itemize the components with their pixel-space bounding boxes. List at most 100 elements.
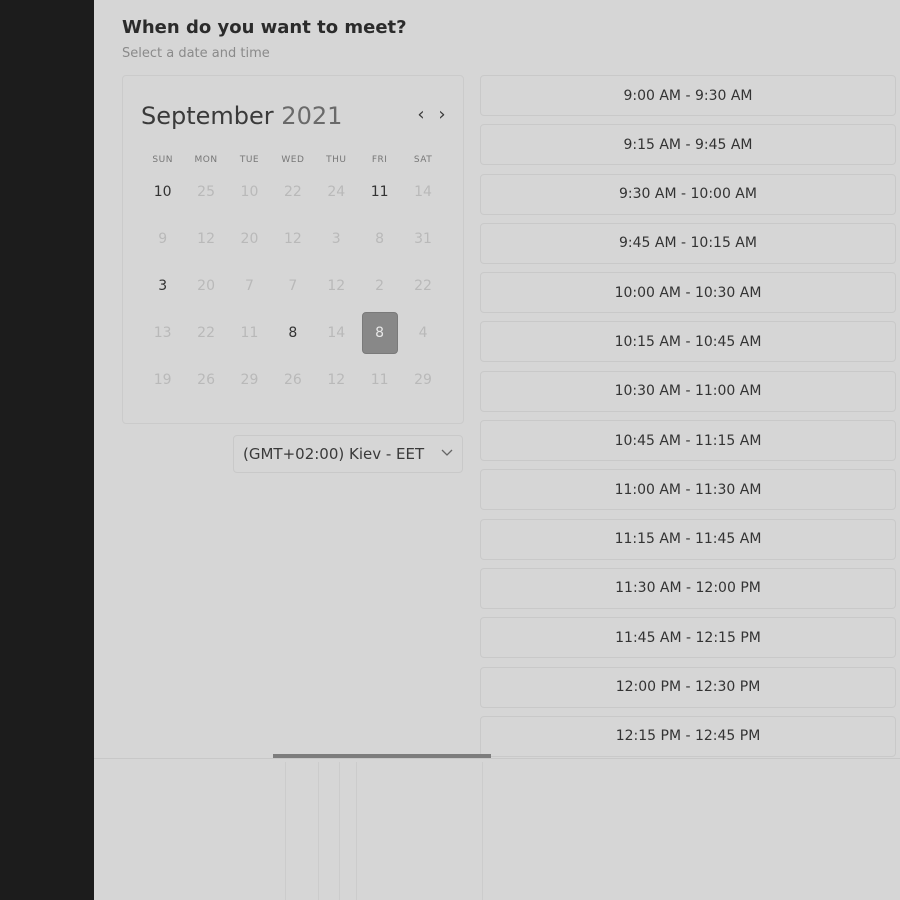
- time-slot-button[interactable]: 12:00 PM - 12:30 PM: [480, 666, 896, 708]
- time-slot-button[interactable]: 10:15 AM - 10:45 AM: [480, 321, 896, 363]
- calendar-day-unavailable: 9: [141, 215, 184, 262]
- calendar-week-row: 3 20 7 7 12 2 22: [141, 262, 445, 309]
- time-slot-button[interactable]: 9:45 AM - 10:15 AM: [480, 222, 896, 264]
- calendar-day-unavailable: 13: [141, 309, 184, 356]
- time-slot-button[interactable]: 10:30 AM - 11:00 AM: [480, 370, 896, 412]
- chevron-left-icon: ‹: [417, 104, 425, 125]
- calendar-day-unavailable: 2: [358, 262, 401, 309]
- calendar-day-number: 22: [283, 183, 302, 200]
- calendar-day-number: 12: [197, 230, 215, 247]
- time-slot-label: 10:00 AM - 10:30 AM: [614, 284, 762, 301]
- calendar-day-number: 14: [327, 324, 346, 341]
- faint-column-line: [285, 762, 286, 900]
- left-dark-panel: [0, 0, 94, 900]
- calendar-day-number: 26: [283, 371, 302, 388]
- calendar-day-unavailable: 11: [228, 309, 271, 356]
- faint-column-line: [356, 762, 357, 900]
- time-slot-button[interactable]: 10:00 AM - 10:30 AM: [480, 272, 896, 314]
- time-slot-button[interactable]: 12:15 PM - 12:45 PM: [480, 715, 896, 757]
- time-slot-button[interactable]: 10:45 AM - 11:15 AM: [480, 420, 896, 462]
- time-slot-label: 12:15 PM - 12:45 PM: [615, 728, 761, 745]
- calendar-day-unavailable: 22: [271, 168, 314, 215]
- calendar-grid: SUN MON TUE WED THU FRI SAT 10 25 10 22 24 11 14 9 12 2…: [141, 152, 445, 403]
- calendar-day-number: 20: [197, 277, 215, 294]
- calendar-day-available[interactable]: 11: [358, 168, 401, 215]
- calendar-day-available[interactable]: 8: [271, 309, 314, 356]
- prev-month-button[interactable]: ‹: [412, 104, 430, 125]
- time-slot-button[interactable]: 9:00 AM - 9:30 AM: [480, 75, 896, 116]
- calendar-day-number: 19: [153, 371, 172, 388]
- calendar-day-number: 10: [153, 183, 172, 200]
- faint-column-line: [318, 762, 319, 900]
- calendar-day-number: 7: [245, 277, 254, 294]
- calendar-day-unavailable: 24: [315, 168, 358, 215]
- calendar-day-number: 29: [414, 371, 432, 388]
- calendar-card: September 2021 ‹ › SUN MON TUE WED THU FRI SAT…: [122, 75, 464, 424]
- horizontal-scrollbar-thumb[interactable]: [273, 754, 491, 758]
- calendar-day-selected[interactable]: 8: [358, 309, 401, 356]
- calendar-day-unavailable: 20: [184, 262, 227, 309]
- calendar-week-row: 19 26 29 26 12 11 29: [141, 356, 445, 403]
- calendar-day-unavailable: 11: [358, 356, 401, 403]
- calendar-day-number: 14: [414, 183, 432, 200]
- calendar-day-number: 7: [288, 277, 298, 294]
- calendar-day-number: 3: [331, 230, 341, 247]
- time-slot-label: 9:45 AM - 10:15 AM: [619, 235, 757, 252]
- calendar-day-available[interactable]: 10: [141, 168, 184, 215]
- next-month-button[interactable]: ›: [433, 104, 451, 125]
- calendar-week-row: 13 22 11 8 14 8 4: [141, 309, 445, 356]
- page-title: When do you want to meet?: [122, 17, 407, 38]
- time-slot-button[interactable]: 11:15 AM - 11:45 AM: [480, 518, 896, 560]
- calendar-day-unavailable: 22: [401, 262, 444, 309]
- calendar-day-number: 22: [414, 277, 432, 294]
- time-slot-label: 11:00 AM - 11:30 AM: [614, 481, 762, 498]
- time-slot-label: 11:45 AM - 12:15 PM: [615, 629, 761, 646]
- calendar-day-number: 20: [240, 230, 259, 247]
- calendar-day-number: 8: [288, 324, 298, 341]
- weekday-label: WED: [281, 155, 305, 165]
- calendar-day-number: 26: [197, 371, 215, 388]
- time-slot-button[interactable]: 9:15 AM - 9:45 AM: [480, 124, 896, 166]
- weekday-label: SAT: [413, 155, 433, 165]
- time-slot-label: 11:15 AM - 11:45 AM: [614, 531, 762, 548]
- calendar-day-number: 11: [240, 324, 259, 341]
- weekday-label: TUE: [239, 155, 260, 165]
- calendar-day-unavailable: 12: [271, 215, 314, 262]
- calendar-day-number: 9: [158, 230, 168, 247]
- timezone-label: (GMT+02:00) Kiev - EET: [243, 445, 425, 463]
- time-slot-button[interactable]: 11:45 AM - 12:15 PM: [480, 617, 896, 659]
- calendar-day-unavailable: 26: [271, 356, 314, 403]
- calendar-day-unavailable: 12: [184, 215, 227, 262]
- time-slot-button[interactable]: 11:00 AM - 11:30 AM: [480, 469, 896, 511]
- calendar-day-unavailable: 26: [184, 356, 227, 403]
- calendar-day-unavailable: 31: [401, 215, 444, 262]
- calendar-day-unavailable: 12: [315, 262, 358, 309]
- calendar-day-number: 8: [361, 311, 398, 354]
- time-slot-button[interactable]: 9:30 AM - 10:00 AM: [480, 173, 896, 215]
- calendar-day-available[interactable]: 3: [141, 262, 184, 309]
- calendar-day-unavailable: 3: [315, 215, 358, 262]
- faint-column-line: [339, 762, 340, 900]
- calendar-day-number: 12: [283, 230, 302, 247]
- calendar-day-number: 10: [240, 183, 259, 200]
- calendar-day-number: 8: [375, 230, 385, 247]
- chevron-right-icon: ›: [438, 104, 446, 125]
- time-slot-button[interactable]: 11:30 AM - 12:00 PM: [480, 567, 896, 609]
- calendar-weeks: 10 25 10 22 24 11 14 9 12 20 12 3 8 31 3 20 7 7 12 2 22 13 22 1…: [141, 168, 445, 403]
- weekday-header-row: SUN MON TUE WED THU FRI SAT: [141, 152, 445, 168]
- calendar-day-unavailable: 14: [401, 168, 444, 215]
- time-slot-label: 9:30 AM - 10:00 AM: [619, 186, 757, 203]
- time-slot-label: 11:30 AM - 12:00 PM: [615, 580, 761, 597]
- calendar-day-number: 3: [158, 277, 168, 294]
- calendar-day-unavailable: 7: [228, 262, 271, 309]
- page-subtitle: Select a date and time: [122, 46, 270, 61]
- calendar-day-unavailable: 22: [184, 309, 227, 356]
- calendar-month: September: [141, 102, 274, 130]
- calendar-day-number: 22: [197, 324, 215, 341]
- time-slot-label: 10:45 AM - 11:15 AM: [614, 432, 762, 449]
- calendar-day-number: 4: [418, 324, 428, 341]
- calendar-day-number: 12: [327, 277, 346, 294]
- timezone-select[interactable]: (GMT+02:00) Kiev - EET: [233, 435, 463, 473]
- calendar-day-number: 31: [414, 230, 432, 247]
- calendar-day-unavailable: 12: [315, 356, 358, 403]
